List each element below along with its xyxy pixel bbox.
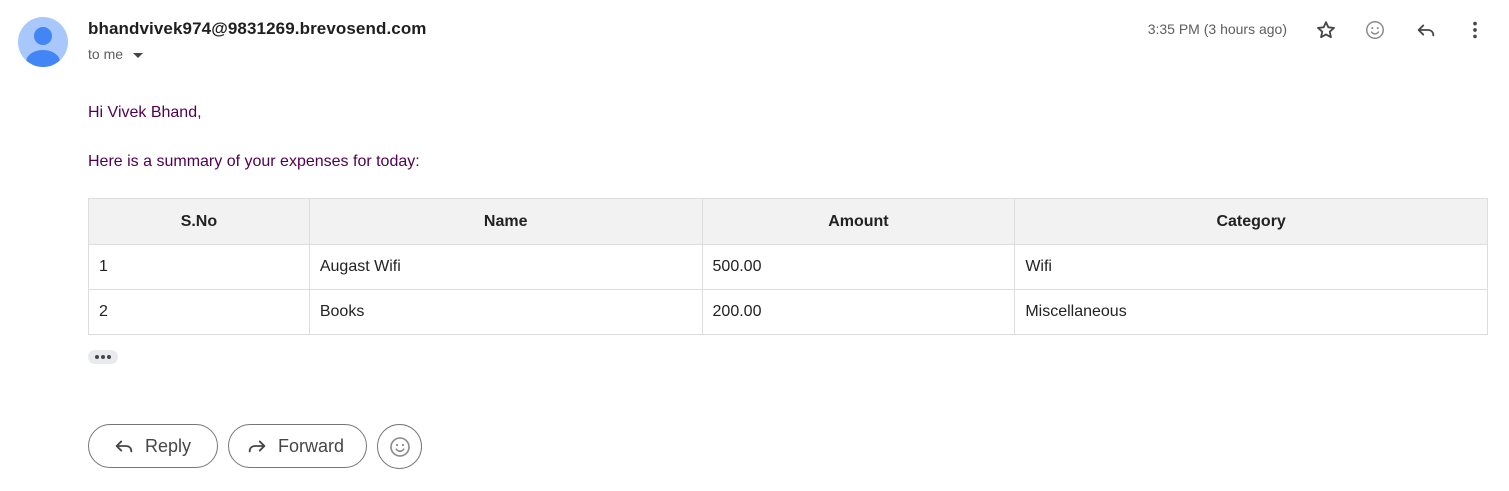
column-header-category: Category (1014, 198, 1488, 245)
cell-category: Wifi (1014, 244, 1488, 290)
reply-icon (115, 440, 133, 453)
sender-avatar[interactable] (18, 17, 68, 67)
recipient-label: to me (88, 46, 124, 62)
emoji-react-icon (1366, 21, 1384, 39)
intro-text: Here is a summary of your expenses for t… (88, 153, 420, 170)
column-header-amount: Amount (701, 198, 1016, 245)
table-row: 1 Augast Wifi 500.00 Wifi (88, 244, 1488, 290)
message-timestamp: 3:35 PM (3 hours ago) (1147, 21, 1287, 37)
add-reaction-button[interactable] (1359, 14, 1391, 46)
more-vert-icon (1473, 21, 1477, 39)
forward-button-label: Forward (278, 435, 345, 456)
column-header-sno: S.No (88, 198, 310, 245)
star-button[interactable] (1310, 14, 1342, 46)
reply-button[interactable]: Reply (88, 424, 218, 468)
cell-name: Books (308, 289, 703, 335)
cell-category: Miscellaneous (1014, 289, 1488, 335)
reply-button-label: Reply (145, 435, 192, 456)
ellipsis-dot (101, 355, 105, 359)
person-icon (26, 27, 60, 67)
add-reaction-button-bottom[interactable] (377, 424, 422, 469)
table-header-row: S.No Name Amount Category (88, 198, 1488, 245)
show-trimmed-content-button[interactable] (88, 350, 118, 364)
ellipsis-dot (95, 355, 99, 359)
cell-name: Augast Wifi (308, 244, 703, 290)
star-icon (1317, 21, 1335, 39)
forward-icon (248, 440, 266, 453)
reply-icon (1417, 24, 1435, 37)
column-header-name: Name (308, 198, 703, 245)
recipient-details-toggle[interactable]: to me (88, 46, 144, 62)
more-options-button[interactable] (1459, 14, 1491, 46)
email-view: bhandvivek974@9831269.brevosend.com to m… (0, 0, 1509, 491)
cell-sno: 2 (88, 289, 310, 335)
cell-amount: 500.00 (701, 244, 1016, 290)
ellipsis-dot (107, 355, 111, 359)
expense-table: S.No Name Amount Category 1 Augast Wifi … (88, 198, 1488, 335)
forward-button[interactable]: Forward (228, 424, 367, 468)
cell-sno: 1 (88, 244, 310, 290)
table-row: 2 Books 200.00 Miscellaneous (88, 289, 1488, 335)
reply-button-top[interactable] (1410, 14, 1442, 46)
sender-address[interactable]: bhandvivek974@9831269.brevosend.com (88, 19, 427, 39)
cell-amount: 200.00 (701, 289, 1016, 335)
emoji-react-icon (389, 436, 410, 457)
chevron-down-icon (133, 52, 144, 58)
greeting-text: Hi Vivek Bhand, (88, 104, 202, 121)
